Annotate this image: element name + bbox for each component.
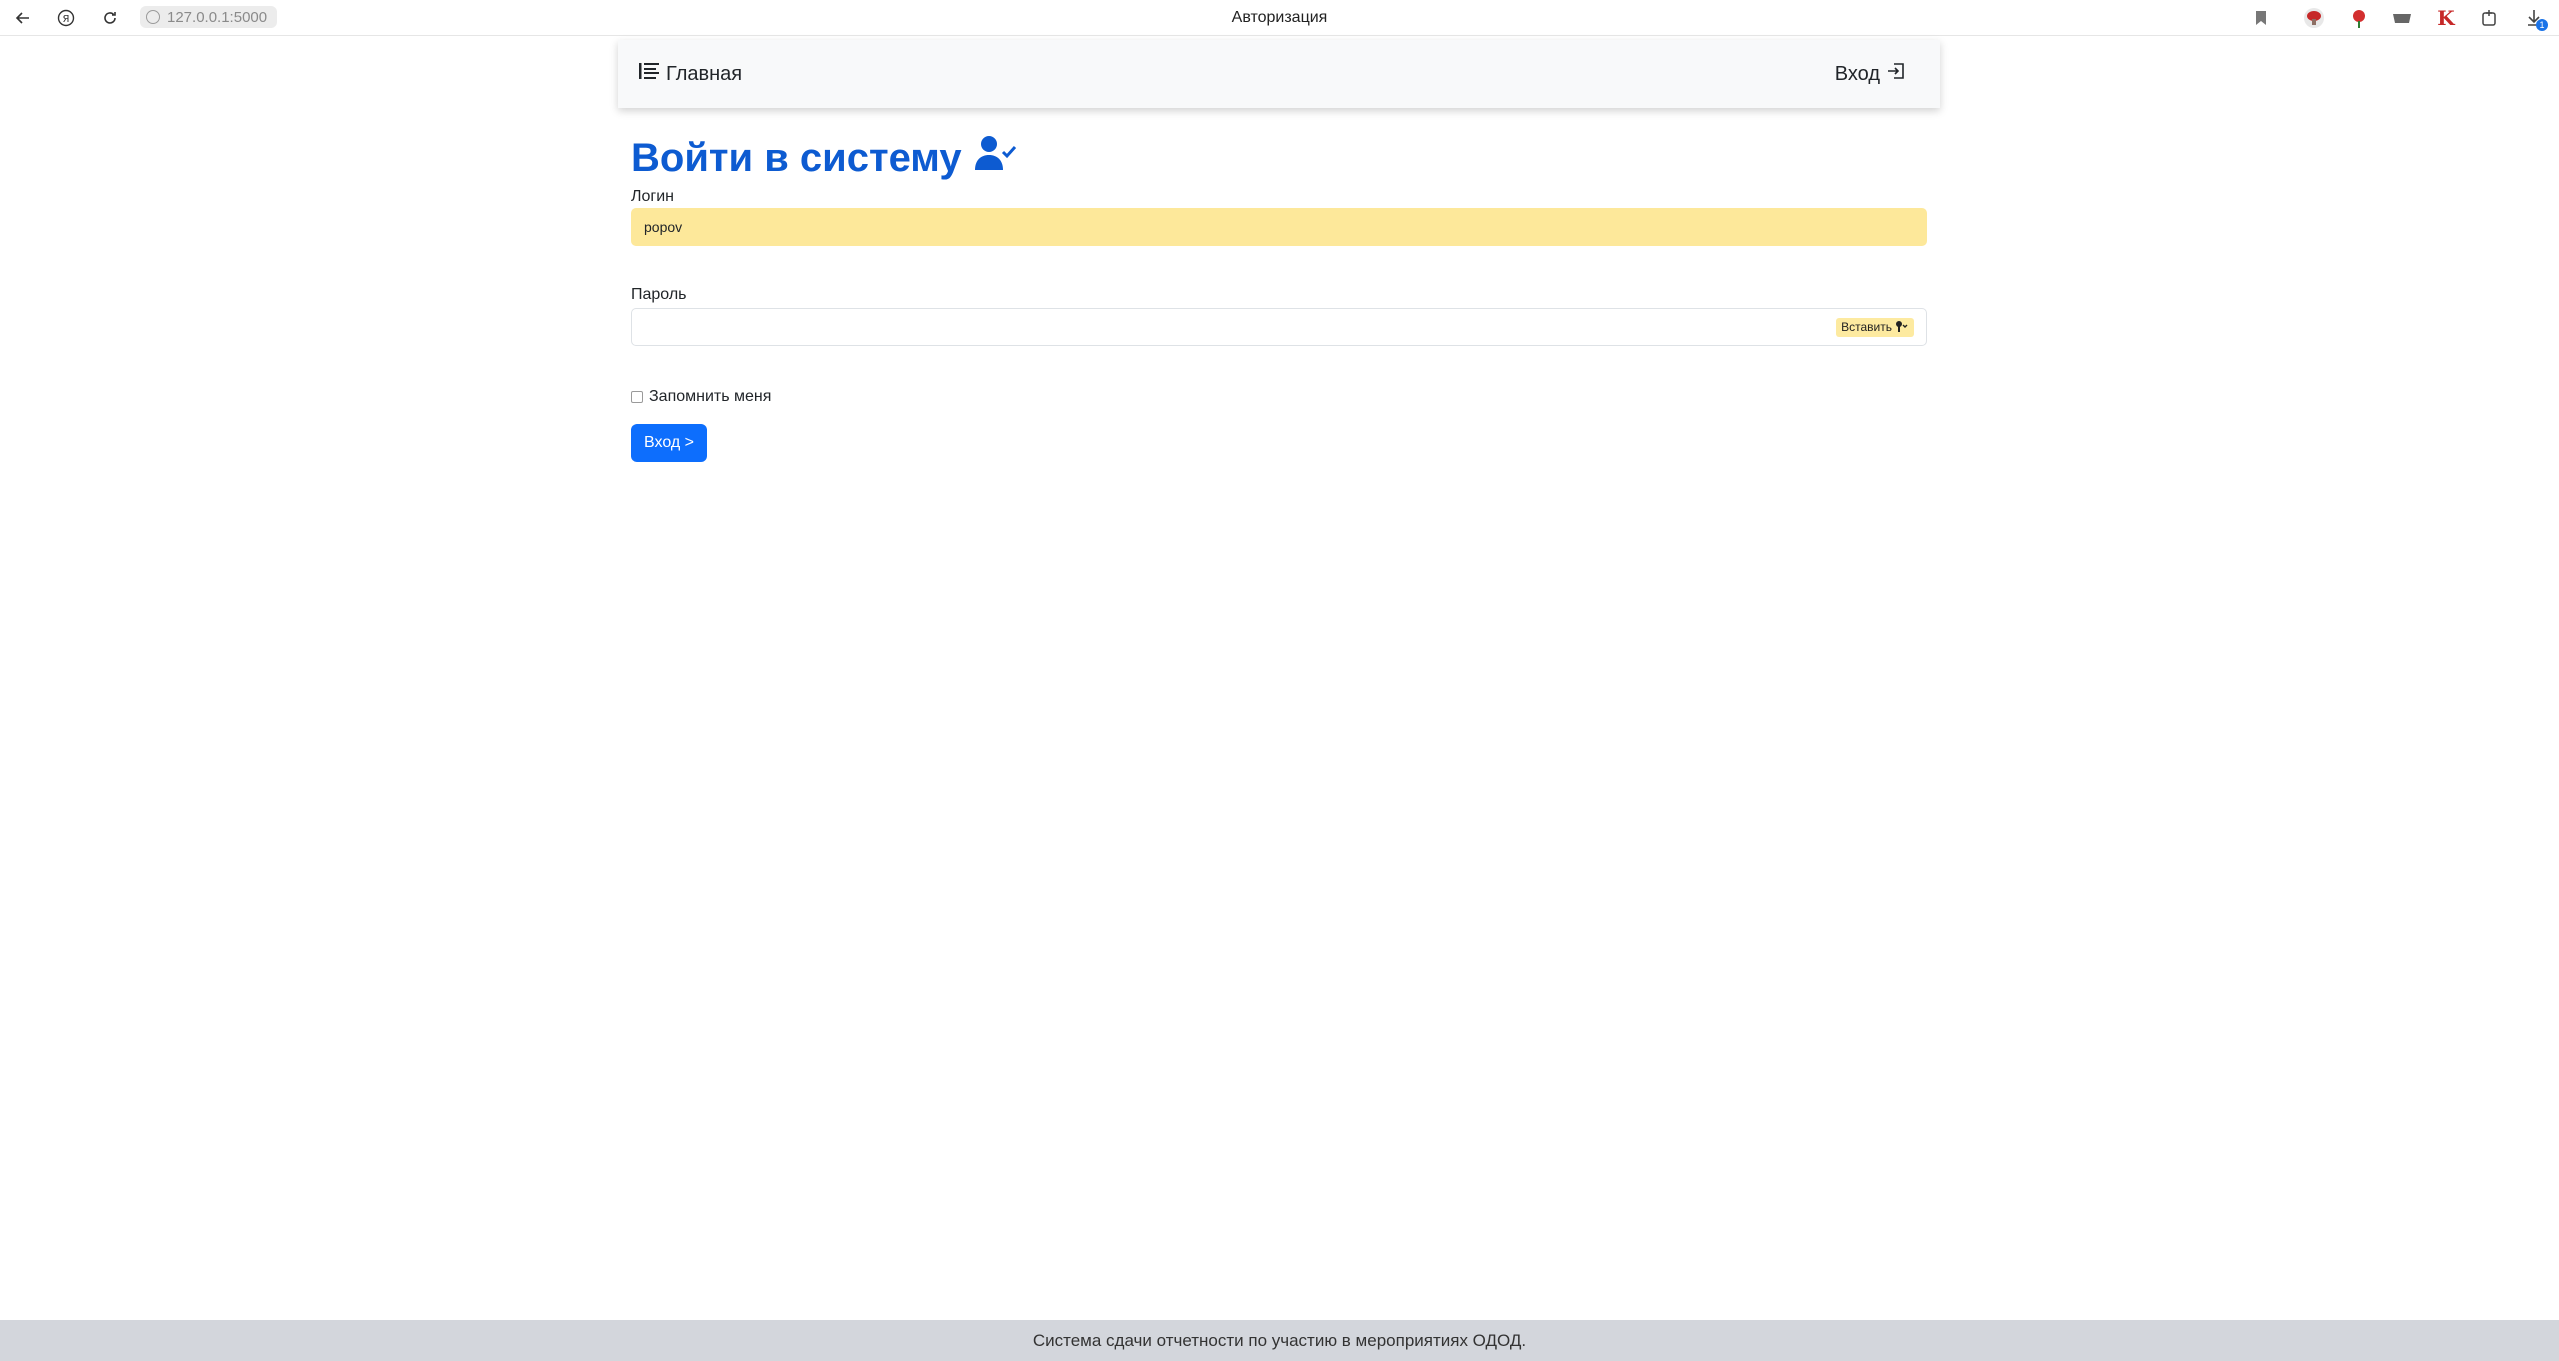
sign-in-icon: [1886, 61, 1906, 87]
page-title-text: Войти в систему: [631, 135, 962, 180]
reload-icon[interactable]: [97, 5, 123, 31]
page-title: Войти в систему: [631, 130, 1927, 186]
footer: Система сдачи отчетности по участию в ме…: [0, 1320, 2559, 1361]
app-navbar: Главная Вход: [618, 40, 1940, 108]
remember-me-checkbox[interactable]: [631, 391, 643, 403]
paste-label: Вставить: [1841, 320, 1892, 334]
download-count-badge: 1: [2536, 19, 2548, 31]
nav-login-link[interactable]: Вход: [1835, 61, 1906, 87]
login-page: Войти в систему Логин popov Пароль Встав…: [631, 130, 1927, 462]
login-label: Логин: [631, 188, 675, 205]
list-icon: [638, 61, 660, 87]
extension-rose-icon[interactable]: [2347, 6, 2371, 30]
password-input[interactable]: Вставить: [631, 308, 1927, 346]
extension-mushroom-icon[interactable]: [2302, 6, 2326, 30]
extension-tray-icon[interactable]: [2390, 6, 2414, 30]
bookmark-icon[interactable]: [2249, 6, 2273, 30]
key-icon: [1895, 320, 1909, 335]
submit-login-button[interactable]: Вход >: [631, 424, 707, 462]
site-info-icon[interactable]: [146, 10, 160, 24]
paste-password-button[interactable]: Вставить: [1836, 317, 1914, 337]
svg-text:Я: Я: [63, 14, 70, 25]
nav-home-link[interactable]: Главная: [638, 61, 742, 87]
login-input[interactable]: popov: [631, 208, 1927, 246]
extensions-puzzle-icon[interactable]: [2478, 6, 2502, 30]
downloads-icon[interactable]: 1: [2522, 6, 2548, 31]
nav-login-label: Вход: [1834, 62, 1880, 85]
login-form: Логин popov Пароль Вставить Запомнить ме…: [631, 188, 1927, 462]
kaspersky-icon[interactable]: K: [2434, 6, 2458, 30]
remember-me-label[interactable]: Запомнить меня: [649, 388, 771, 406]
user-check-icon: [974, 134, 1018, 182]
password-label: Пароль: [631, 286, 687, 303]
login-value: popov: [644, 219, 683, 235]
url-text: 127.0.0.1:5000: [167, 8, 268, 26]
yandex-icon[interactable]: Я: [53, 5, 79, 31]
remember-me-row: Запомнить меня: [631, 388, 1927, 406]
address-bar[interactable]: 127.0.0.1:5000: [140, 6, 278, 28]
browser-toolbar: Я 127.0.0.1:5000 Авторизация K 1: [0, 0, 2559, 36]
tab-title: Авторизация: [1231, 9, 1328, 26]
back-arrow-icon[interactable]: [10, 5, 36, 31]
nav-home-label: Главная: [666, 62, 743, 85]
footer-text: Система сдачи отчетности по участию в ме…: [1032, 1330, 1527, 1350]
